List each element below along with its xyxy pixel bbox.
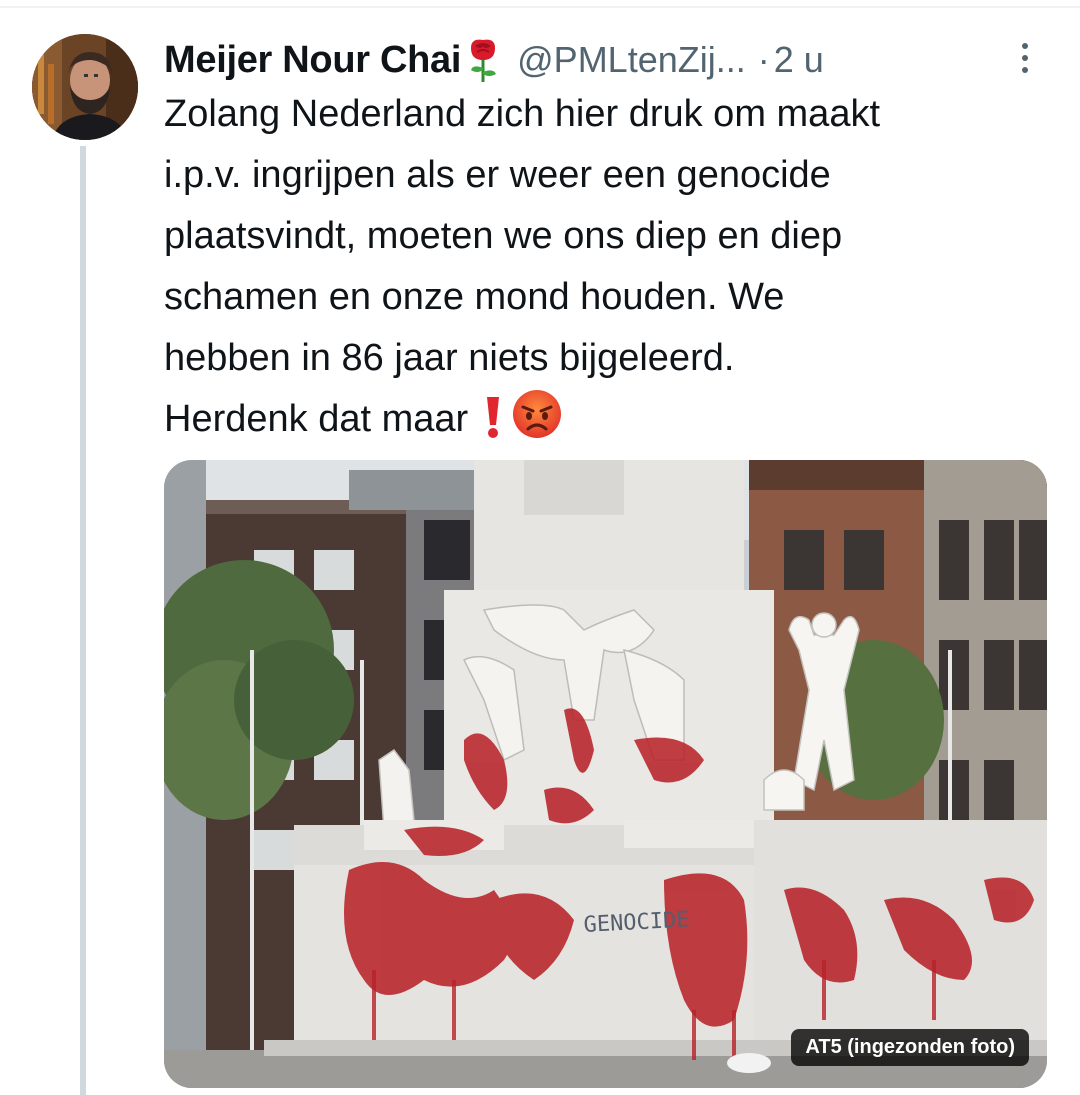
tweet-text-line: Zolang Nederland zich hier druk om maakt <box>164 93 881 135</box>
tweet-header: Meijer Nour Chai @PMLtenZij... · 2 u <box>164 30 1044 90</box>
header-separator: · <box>757 39 770 80</box>
tweet-body: Zolang Nederland zich hier druk om maakt… <box>164 84 1064 458</box>
author-display-name[interactable]: Meijer Nour Chai <box>164 39 461 82</box>
media-source-badge: AT5 (ingezonden foto) <box>791 1029 1029 1066</box>
kebab-menu-icon[interactable] <box>1010 36 1040 80</box>
tweet-text-line: hebben in 86 jaar niets bijgeleerd. <box>164 337 735 379</box>
rose-icon <box>465 38 501 82</box>
tweet-media-photo[interactable]: GENOCIDE AT5 (ingezonden foto) <box>164 460 1047 1088</box>
author-avatar[interactable] <box>32 34 138 140</box>
tweet-text-line-last: Herdenk dat maar <box>164 389 1064 458</box>
top-divider <box>0 6 1080 8</box>
tweet-timestamp[interactable]: 2 u <box>774 39 824 81</box>
angry-face-icon <box>512 389 562 458</box>
exclamation-icon <box>482 395 504 458</box>
monument-photo: GENOCIDE <box>164 460 1047 1088</box>
tweet-text-line: i.p.v. ingrijpen als er weer een genocid… <box>164 154 831 196</box>
thread-connector-line <box>80 146 86 1095</box>
tweet-text-line: schamen en onze mond houden. We <box>164 276 785 318</box>
tweet-text-line: plaatsvindt, moeten we ons diep en diep <box>164 215 843 257</box>
tweet-text-line: Herdenk dat maar <box>164 398 469 440</box>
profile-photo-bearded-man <box>32 34 138 140</box>
author-handle[interactable]: @PMLtenZij... <box>517 39 746 81</box>
